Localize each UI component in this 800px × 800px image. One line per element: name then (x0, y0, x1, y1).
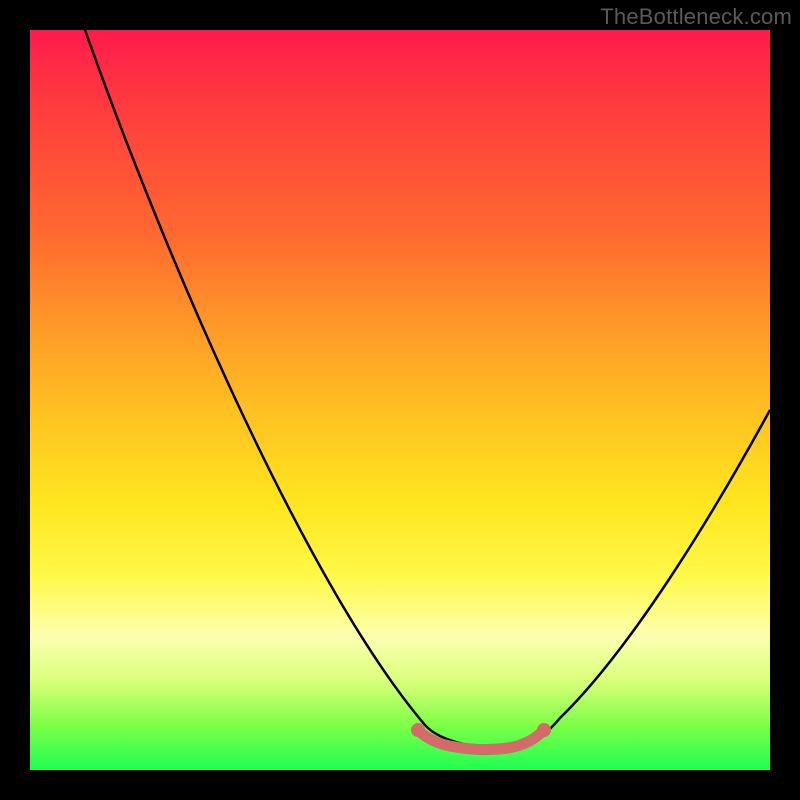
bottleneck-curve (85, 30, 770, 748)
chart-frame: TheBottleneck.com (0, 0, 800, 800)
watermark-text: TheBottleneck.com (600, 4, 792, 30)
bottleneck-curve-svg (30, 30, 770, 770)
flat-min-endpoint-left (411, 723, 425, 737)
flat-min-endpoint-right (537, 723, 551, 737)
plot-area (30, 30, 770, 770)
